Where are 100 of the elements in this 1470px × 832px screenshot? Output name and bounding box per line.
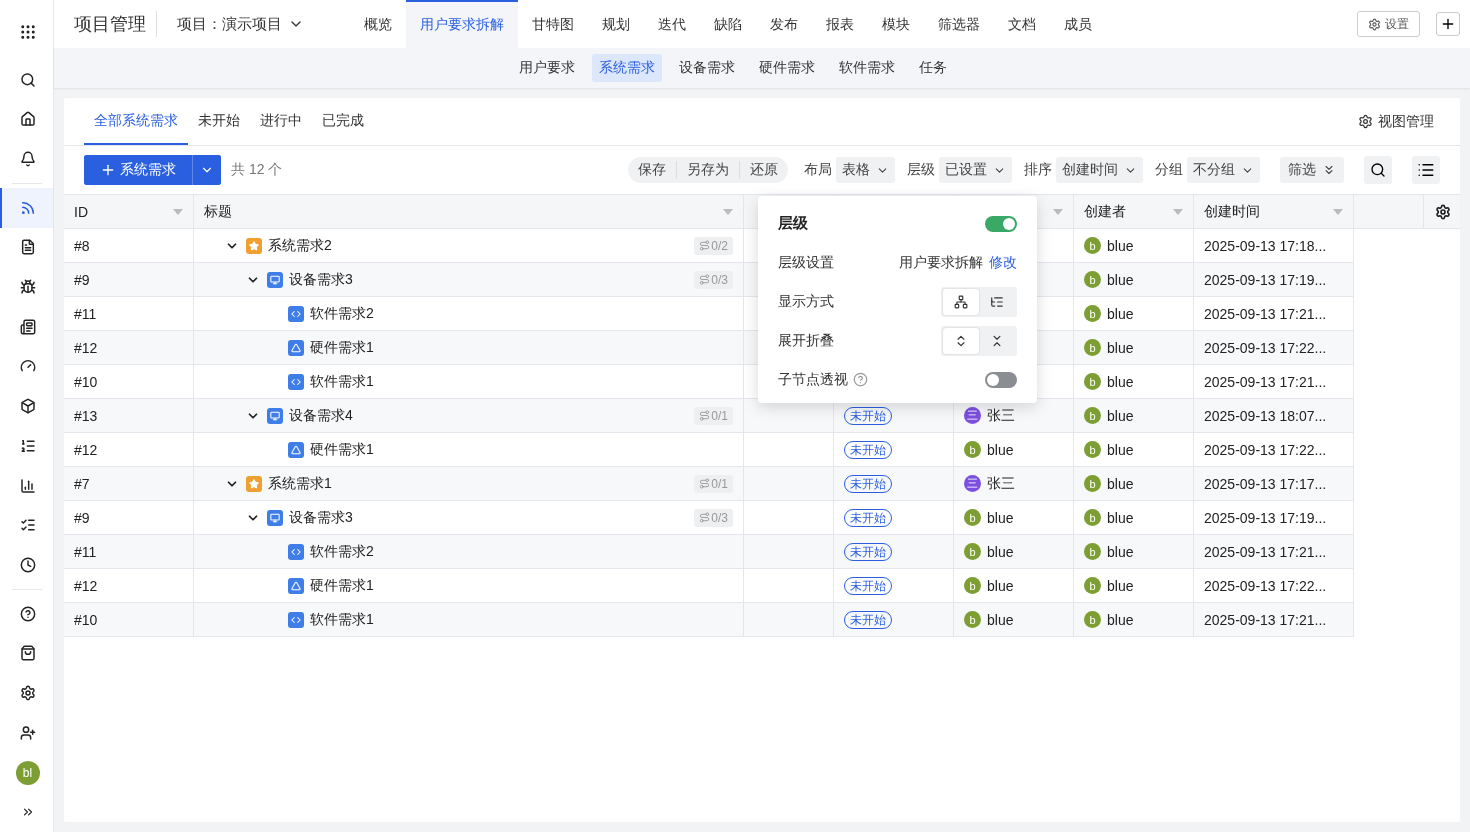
sub-tab[interactable]: 系统需求 — [592, 54, 662, 82]
id-text: #13 — [74, 407, 98, 424]
search-button[interactable] — [1364, 156, 1392, 184]
view-tab[interactable]: 进行中 — [250, 98, 312, 145]
sub-tab[interactable]: 设备需求 — [672, 54, 742, 82]
user-name: blue — [1107, 305, 1134, 322]
id-text: #12 — [74, 339, 98, 356]
date-text: 2025-09-13 17:21... — [1204, 305, 1327, 322]
monitor-icon — [267, 509, 283, 526]
nav-tab[interactable]: 概览 — [350, 0, 406, 48]
filter-button[interactable]: 筛选 — [1280, 157, 1344, 183]
column-header[interactable]: 创建时间 — [1204, 202, 1260, 221]
nav-tab[interactable]: 甘特图 — [518, 0, 588, 48]
item-title[interactable]: 软件需求1 — [310, 372, 374, 391]
sub-tab[interactable]: 用户要求 — [512, 54, 582, 82]
project-selector[interactable]: 项目：演示项目 — [167, 10, 314, 38]
view-action-button[interactable]: 还原 — [739, 161, 788, 179]
nav-tab[interactable]: 筛选器 — [924, 0, 994, 48]
nav-tab[interactable]: 规划 — [588, 0, 644, 48]
nav-tab[interactable]: 报表 — [812, 0, 868, 48]
settings-button[interactable]: 设置 — [1357, 11, 1420, 37]
bar-chart-icon — [19, 477, 36, 494]
sub-tab[interactable]: 软件需求 — [832, 54, 902, 82]
id-text: #7 — [74, 475, 90, 492]
view-action-button[interactable]: 另存为 — [676, 161, 739, 179]
view-manage-button[interactable]: 视图管理 — [1352, 98, 1440, 145]
add-button[interactable] — [1436, 12, 1460, 36]
list-view-button[interactable] — [1412, 156, 1440, 184]
column-header[interactable]: 创建者 — [1084, 202, 1126, 221]
setting-value: 用户要求拆解 — [899, 253, 983, 272]
view-tab[interactable]: 已完成 — [312, 98, 374, 145]
user-avatar: b — [964, 441, 981, 458]
help-icon[interactable] — [853, 372, 868, 387]
view-tab[interactable]: 全部系统需求 — [84, 98, 188, 145]
user-name: blue — [1107, 611, 1134, 628]
branch-icon — [699, 512, 711, 523]
nav-tab[interactable]: 用户要求拆解 — [406, 0, 518, 48]
column-header[interactable]: ID — [74, 203, 88, 220]
sub-tab[interactable]: 硬件需求 — [752, 54, 822, 82]
item-title[interactable]: 软件需求1 — [310, 610, 374, 629]
monitor-icon — [267, 271, 283, 288]
plus-icon — [100, 162, 116, 178]
item-title[interactable]: 硬件需求1 — [310, 338, 374, 357]
nav-tab[interactable]: 模块 — [868, 0, 924, 48]
item-title[interactable]: 系统需求1 — [268, 474, 332, 493]
item-title[interactable]: 硬件需求1 — [310, 576, 374, 595]
date-text: 2025-09-13 17:17... — [1204, 475, 1327, 492]
date-text: 2025-09-13 17:21... — [1204, 543, 1327, 560]
settings-icon[interactable] — [1434, 203, 1451, 220]
id-text: #8 — [74, 237, 90, 254]
item-title[interactable]: 硬件需求1 — [310, 440, 374, 459]
monitor-icon — [267, 407, 283, 424]
expand-all-icon[interactable] — [943, 327, 979, 354]
item-title[interactable]: 设备需求3 — [289, 508, 353, 527]
user-avatar: b — [964, 577, 981, 594]
popover-title: 层级 — [778, 214, 808, 233]
select-label: 层级 — [907, 161, 935, 179]
nav-tab[interactable]: 发布 — [756, 0, 812, 48]
code-icon — [288, 611, 304, 628]
child-view-toggle[interactable] — [985, 371, 1017, 388]
select-label: 布局 — [804, 161, 832, 179]
item-title[interactable]: 系统需求2 — [268, 236, 332, 255]
nav-tab[interactable]: 迭代 — [644, 0, 700, 48]
select-dropdown[interactable]: 表格 — [836, 157, 895, 183]
view-tab[interactable]: 未开始 — [188, 98, 250, 145]
branch-icon — [699, 274, 711, 285]
help-icon — [19, 605, 36, 622]
user-name: blue — [1107, 475, 1134, 492]
sub-tab[interactable]: 任务 — [912, 54, 954, 82]
view-action-button[interactable]: 保存 — [628, 161, 676, 179]
double-caret-icon — [1322, 163, 1336, 177]
hierarchy-toggle[interactable] — [985, 215, 1017, 232]
plus-icon — [1440, 16, 1456, 32]
tree-view-icon[interactable] — [943, 288, 979, 315]
nav-tab[interactable]: 文档 — [994, 0, 1050, 48]
user-avatar: b — [1084, 611, 1101, 628]
date-text: 2025-09-13 17:21... — [1204, 611, 1327, 628]
user-avatar: 三 — [964, 407, 981, 424]
nav-tab[interactable]: 成员 — [1050, 0, 1106, 48]
item-title[interactable]: 软件需求2 — [310, 542, 374, 561]
app-title: 项目管理 — [74, 11, 157, 37]
column-header[interactable]: 标题 — [204, 202, 232, 221]
user-name: blue — [987, 441, 1014, 458]
item-title[interactable]: 软件需求2 — [310, 304, 374, 323]
date-text: 2025-09-13 17:22... — [1204, 339, 1327, 356]
user-avatar: b — [1084, 407, 1101, 424]
item-title[interactable]: 设备需求3 — [289, 270, 353, 289]
nav-tab[interactable]: 缺陷 — [700, 0, 756, 48]
user-name: 张三 — [987, 474, 1015, 493]
id-text: #10 — [74, 611, 98, 628]
select-dropdown[interactable]: 创建时间 — [1056, 157, 1143, 183]
feed-icon — [19, 199, 36, 216]
item-title[interactable]: 设备需求4 — [289, 406, 353, 425]
select-dropdown[interactable]: 不分组 — [1187, 157, 1260, 183]
user-name: blue — [987, 611, 1014, 628]
edit-link[interactable]: 修改 — [989, 253, 1017, 272]
id-text: #9 — [74, 271, 90, 288]
select-dropdown[interactable]: 已设置 — [939, 157, 1012, 183]
date-text: 2025-09-13 17:21... — [1204, 373, 1327, 390]
file-icon — [19, 239, 36, 256]
